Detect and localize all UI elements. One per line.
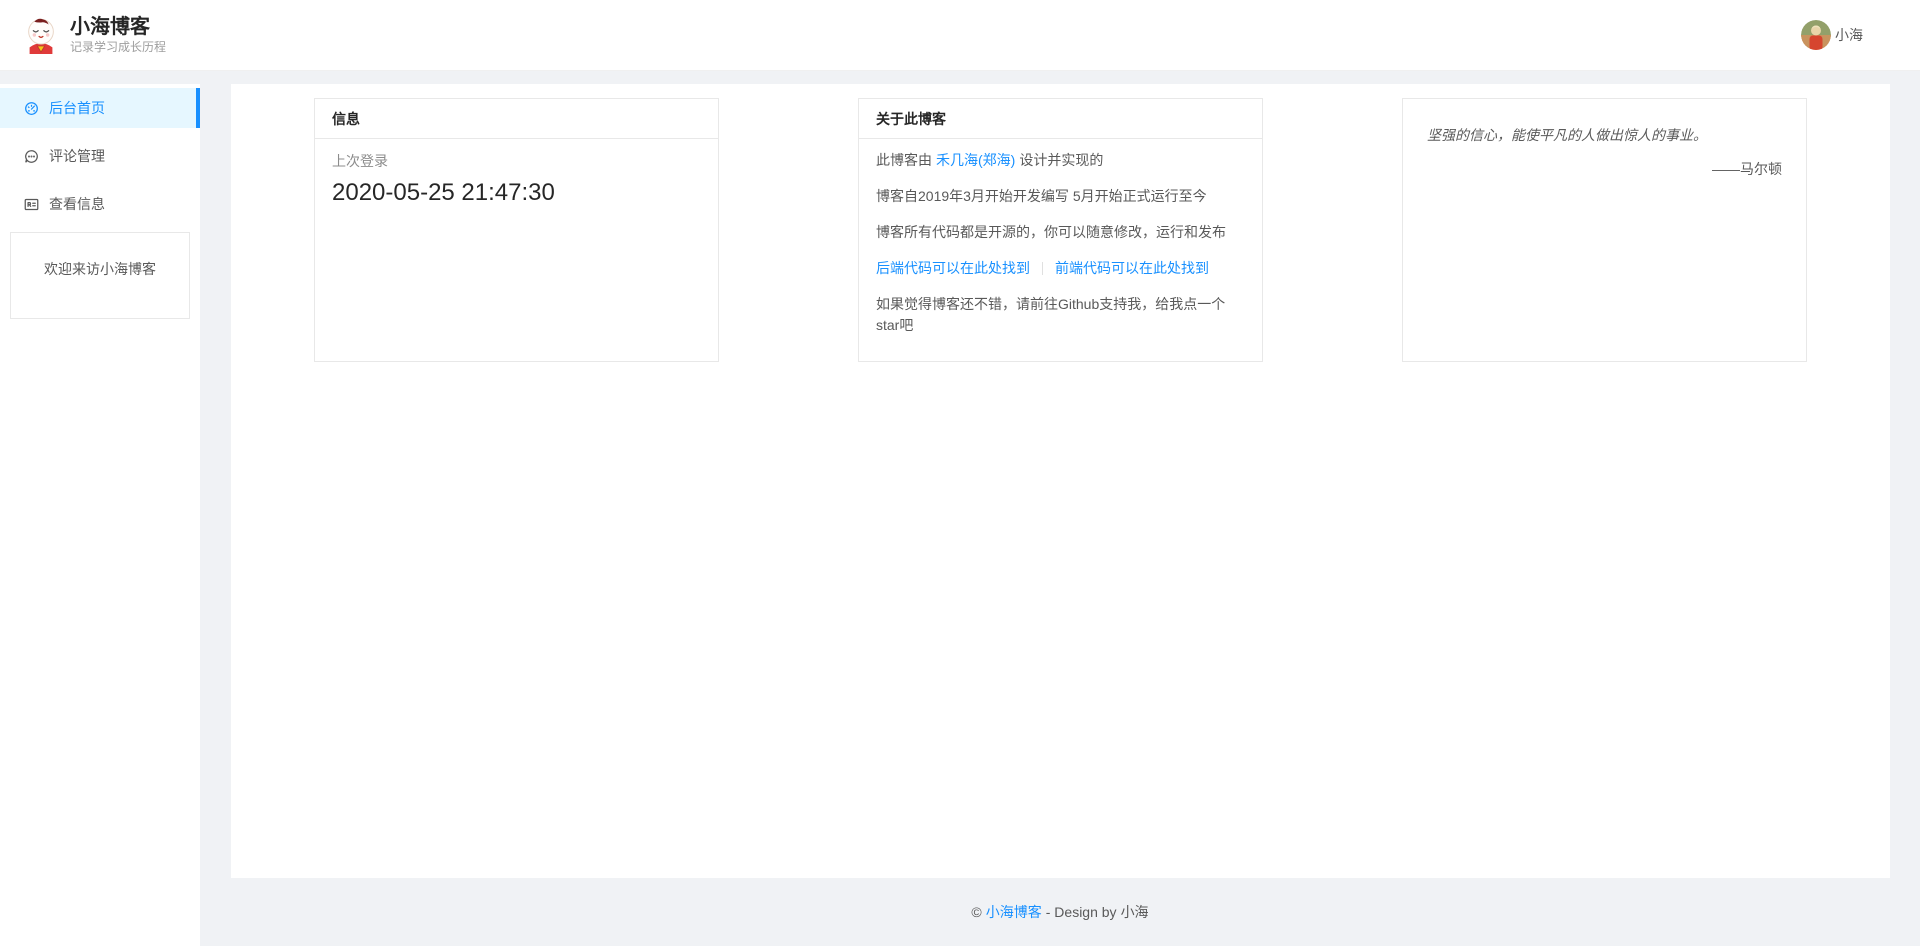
quote-card: 坚强的信心，能使平凡的人做出惊人的事业。 ——马尔顿 <box>1402 98 1807 362</box>
site-title: 小海博客 <box>70 15 166 39</box>
author-link[interactable]: 禾几海(郑海) <box>936 152 1015 168</box>
site-subtitle: 记录学习成长历程 <box>70 40 166 55</box>
sidebar-item-dashboard[interactable]: 后台首页 <box>0 88 200 128</box>
last-login-value: 2020-05-25 21:47:30 <box>332 177 701 209</box>
quote-card-body: 坚强的信心，能使平凡的人做出惊人的事业。 ——马尔顿 <box>1403 99 1806 205</box>
about-card-body: 此博客由禾几海(郑海)设计并实现的 博客自2019年3月开始开发编写 5月开始正… <box>859 139 1262 362</box>
idcard-icon <box>24 197 39 212</box>
sidebar-item-comments[interactable]: 评论管理 <box>0 136 200 176</box>
info-card: 信息 上次登录 2020-05-25 21:47:30 <box>314 98 719 362</box>
about-line-history: 博客自2019年3月开始开发编写 5月开始正式运行至今 <box>876 186 1245 207</box>
sidebar: 后台首页 评论管理 <box>0 71 200 946</box>
username-label: 小海 <box>1835 25 1863 45</box>
blog-logo-icon <box>22 16 60 54</box>
vertical-divider <box>1042 262 1043 275</box>
page-footer: © 小海博客 - Design by 小海 <box>200 878 1920 946</box>
footer-design-by: - Design by <box>1046 904 1117 920</box>
user-avatar[interactable] <box>1801 20 1831 50</box>
quote-text: 坚强的信心，能使平凡的人做出惊人的事业。 <box>1427 125 1782 146</box>
about-line-opensource: 博客所有代码都是开源的，你可以随意修改，运行和发布 <box>876 222 1245 243</box>
about-line-code-links: 后端代码可以在此处找到 前端代码可以在此处找到 <box>876 258 1245 279</box>
sidebar-item-label: 查看信息 <box>49 194 105 214</box>
about-line-star: 如果觉得博客还不错，请前往Github支持我，给我点一个star吧 <box>876 294 1245 336</box>
content-panel: 信息 上次登录 2020-05-25 21:47:30 关于此博客 此博客由禾几… <box>231 84 1890 878</box>
sidebar-menu: 后台首页 评论管理 <box>0 84 200 946</box>
app-header: 小海博客 记录学习成长历程 小海 <box>0 0 1920 71</box>
copyright-symbol: © <box>971 904 981 920</box>
info-card-title: 信息 <box>315 99 718 139</box>
user-menu[interactable]: 小海 <box>1801 20 1863 50</box>
cards-row: 信息 上次登录 2020-05-25 21:47:30 关于此博客 此博客由禾几… <box>314 98 1807 362</box>
frontend-code-link[interactable]: 前端代码可以在此处找到 <box>1055 260 1209 276</box>
about-card-title: 关于此博客 <box>859 99 1262 139</box>
page-shell: 后台首页 评论管理 <box>0 71 1920 946</box>
dashboard-icon <box>24 101 39 116</box>
sidebar-item-label: 评论管理 <box>49 146 105 166</box>
main-area: 信息 上次登录 2020-05-25 21:47:30 关于此博客 此博客由禾几… <box>200 71 1920 946</box>
footer-author: 小海 <box>1121 902 1149 922</box>
welcome-text: 欢迎来访小海博客 <box>44 261 156 277</box>
brand-logo-link[interactable]: 小海博客 记录学习成长历程 <box>22 15 166 55</box>
sidebar-welcome-box: 欢迎来访小海博客 <box>10 232 190 319</box>
footer-site-link[interactable]: 小海博客 <box>986 902 1042 922</box>
sidebar-item-label: 后台首页 <box>49 98 105 118</box>
about-line-author: 此博客由禾几海(郑海)设计并实现的 <box>876 150 1245 171</box>
quote-author: ——马尔顿 <box>1427 159 1782 179</box>
message-icon <box>24 149 39 164</box>
about-card: 关于此博客 此博客由禾几海(郑海)设计并实现的 博客自2019年3月开始开发编写… <box>858 98 1263 362</box>
backend-code-link[interactable]: 后端代码可以在此处找到 <box>876 260 1030 276</box>
sidebar-item-view-info[interactable]: 查看信息 <box>0 184 200 224</box>
last-login-label: 上次登录 <box>332 151 701 171</box>
info-card-body: 上次登录 2020-05-25 21:47:30 <box>315 139 718 221</box>
